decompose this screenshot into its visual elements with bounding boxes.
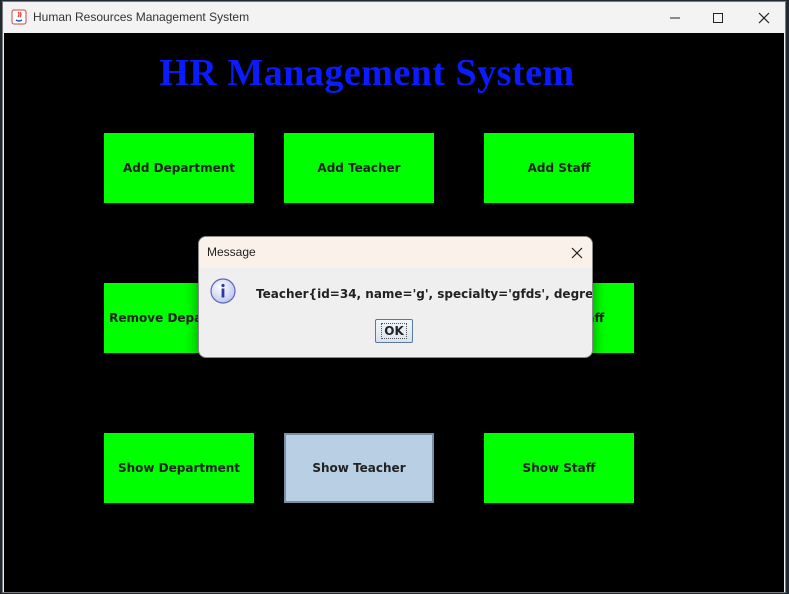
- dialog-close-button[interactable]: [562, 237, 592, 268]
- close-icon: [571, 247, 583, 258]
- ok-button[interactable]: OK: [375, 319, 413, 343]
- ok-button-label: OK: [381, 323, 407, 339]
- page-title: HR Management System: [159, 52, 575, 94]
- minimize-button[interactable]: [652, 2, 698, 33]
- window-titlebar[interactable]: Human Resources Management System: [3, 2, 785, 33]
- close-icon: [758, 12, 770, 23]
- dialog-titlebar[interactable]: Message: [199, 237, 592, 268]
- add-staff-button[interactable]: Add Staff: [484, 133, 634, 203]
- dialog-title: Message: [207, 245, 256, 259]
- info-icon: [209, 277, 237, 305]
- window-title: Human Resources Management System: [33, 10, 250, 24]
- maximize-button[interactable]: [695, 2, 741, 33]
- java-app-icon: [11, 9, 27, 25]
- show-department-button[interactable]: Show Department: [104, 433, 254, 503]
- dialog-message: Teacher{id=34, name='g', specialty='gfds…: [256, 287, 593, 301]
- close-window-button[interactable]: [741, 2, 787, 33]
- show-staff-button[interactable]: Show Staff: [484, 433, 634, 503]
- add-teacher-button[interactable]: Add Teacher: [284, 133, 434, 203]
- maximize-icon: [713, 12, 723, 23]
- show-teacher-button[interactable]: Show Teacher: [284, 433, 434, 503]
- minimize-icon: [670, 17, 680, 18]
- message-dialog: Message Teacher{id=34, name='g', special…: [198, 236, 593, 358]
- add-department-button[interactable]: Add Department: [104, 133, 254, 203]
